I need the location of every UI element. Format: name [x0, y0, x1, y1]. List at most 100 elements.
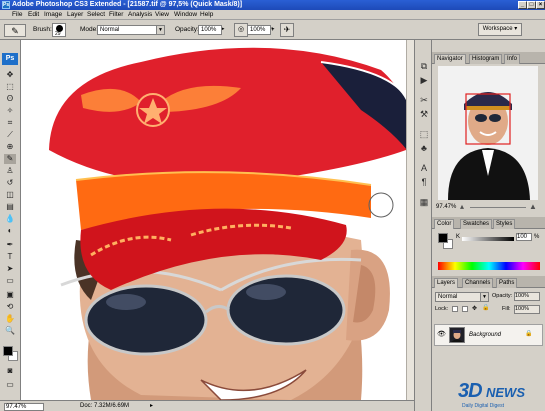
notes-tool-icon[interactable]: ▣: [4, 290, 16, 300]
quick-mask-icon[interactable]: ◙: [4, 366, 16, 376]
gradient-tool-icon[interactable]: ▤: [4, 202, 16, 212]
3d-rotate-tool-icon[interactable]: ⟲: [4, 302, 16, 312]
canvas-image: [21, 40, 414, 400]
lock-transparent-icon[interactable]: [452, 306, 458, 312]
tab-swatches[interactable]: Swatches: [460, 219, 493, 229]
clone-stamp-tool-icon[interactable]: ♙: [4, 166, 16, 176]
tab-layers[interactable]: Layers: [434, 278, 459, 288]
eye-icon[interactable]: 👁: [437, 330, 446, 338]
healing-brush-tool-icon[interactable]: ⊕: [4, 142, 16, 152]
photoshop-logo-icon: Ps: [2, 53, 18, 65]
fill-field[interactable]: 100%: [514, 305, 540, 314]
zoom-out-icon[interactable]: ▴: [460, 202, 464, 211]
workspace-button[interactable]: Workspace ▾: [478, 23, 522, 36]
menu-layer[interactable]: Layer: [67, 11, 83, 19]
document-canvas[interactable]: [21, 40, 414, 400]
layer-opacity-field[interactable]: 100%: [514, 292, 540, 301]
vertical-scrollbar[interactable]: [406, 40, 414, 400]
maximize-button[interactable]: □: [527, 1, 536, 9]
close-button[interactable]: ×: [536, 1, 545, 9]
dodge-tool-icon[interactable]: ◐: [4, 226, 16, 236]
eyedropper-tool-icon[interactable]: ⟋: [4, 130, 16, 140]
k-percent-sign: %: [534, 234, 540, 240]
tab-paths[interactable]: Paths: [496, 278, 518, 288]
opacity-field[interactable]: 100%: [198, 25, 222, 35]
layer-blend-mode-select[interactable]: Normal ▼: [435, 292, 489, 302]
panel-dock-icons: ⧉ ▶ ✂ ⚒ ⬚ ♣ A ¶ ▦: [414, 40, 432, 411]
screen-mode-icon[interactable]: ▭: [4, 380, 16, 390]
document-size-info: Doc: 7.32M/6.69M: [80, 403, 130, 409]
path-selection-tool-icon[interactable]: ➤: [4, 264, 16, 274]
shape-tool-icon[interactable]: ▭: [4, 276, 16, 286]
layer-name[interactable]: Background: [469, 332, 501, 338]
zoom-in-icon[interactable]: ▲: [529, 202, 537, 211]
actions-panel-icon[interactable]: ▶: [418, 74, 430, 86]
flow-slider-arrow-icon[interactable]: ▸: [272, 26, 275, 32]
menu-window[interactable]: Window: [174, 11, 197, 19]
airbrush-icon[interactable]: ✈: [280, 23, 294, 37]
navigator-zoom[interactable]: 97.47%: [436, 204, 456, 210]
blur-tool-icon[interactable]: 💧: [4, 214, 16, 224]
lock-image-icon[interactable]: [462, 306, 468, 312]
tablet-pressure-icon[interactable]: ◎: [234, 23, 248, 37]
menu-filter[interactable]: Filter: [109, 11, 123, 19]
menu-image[interactable]: Image: [44, 11, 62, 19]
tab-styles[interactable]: Styles: [493, 219, 516, 229]
tab-color[interactable]: Color: [434, 219, 455, 229]
tool-presets-icon[interactable]: ⚒: [418, 108, 430, 120]
mode-select[interactable]: Normal ▼: [97, 25, 165, 35]
type-tool-icon[interactable]: T: [4, 252, 16, 262]
clone-source-icon[interactable]: ♣: [418, 142, 430, 154]
hand-tool-icon[interactable]: ✋: [4, 314, 16, 324]
opacity-slider-arrow-icon[interactable]: ▸: [222, 26, 225, 32]
status-bar: 97.47% Doc: 7.32M/6.69M ▸: [0, 400, 414, 411]
pen-tool-icon[interactable]: ✒: [4, 240, 16, 250]
flow-field[interactable]: 100%: [247, 25, 271, 35]
zoom-tool-icon[interactable]: 🔍: [4, 326, 16, 336]
lock-position-icon[interactable]: ✥: [472, 306, 477, 312]
eraser-tool-icon[interactable]: ◫: [4, 190, 16, 200]
layer-comps-icon[interactable]: ⬚: [418, 128, 430, 140]
layer-opacity-label: Opacity:: [492, 293, 513, 299]
navigator-thumbnail: [438, 66, 538, 200]
tab-channels[interactable]: Channels: [462, 278, 494, 288]
k-channel-slider[interactable]: [462, 237, 514, 241]
menu-edit[interactable]: Edit: [28, 11, 39, 19]
mode-label: Mode:: [80, 26, 99, 33]
brush-picker[interactable]: 29: [52, 23, 66, 37]
menu-view[interactable]: View: [155, 11, 169, 19]
move-tool-icon[interactable]: ✥: [4, 70, 16, 80]
foreground-color-swatch[interactable]: [3, 346, 13, 356]
minimize-button[interactable]: _: [518, 1, 527, 9]
layer-row[interactable]: 👁 Background 🔒: [434, 324, 543, 346]
status-arrow-icon[interactable]: ▸: [150, 402, 153, 409]
lock-all-icon[interactable]: 🔒: [482, 305, 489, 311]
color-spectrum-ramp[interactable]: [438, 262, 540, 270]
k-channel-value[interactable]: 100: [516, 233, 532, 241]
crop-tool-icon[interactable]: ⌗: [4, 118, 16, 128]
navigator-zoom-slider[interactable]: [470, 207, 526, 208]
status-zoom-field[interactable]: 97.47%: [4, 403, 44, 411]
tab-info[interactable]: Info: [504, 54, 521, 64]
menu-file[interactable]: File: [12, 11, 22, 19]
tab-histogram[interactable]: Histogram: [469, 54, 503, 64]
brushes-panel-icon[interactable]: ✂: [418, 94, 430, 106]
history-panel-icon[interactable]: ⧉: [418, 60, 430, 72]
navigator-preview-frame: [438, 66, 538, 200]
brush-tool-preset-icon[interactable]: ✎: [4, 24, 26, 37]
menu-help[interactable]: Help: [200, 11, 213, 19]
layer-blend-mode-value: Normal: [438, 294, 458, 300]
info-panel-icon[interactable]: ▦: [418, 196, 430, 208]
tab-navigator[interactable]: Navigator: [434, 54, 466, 64]
brush-tool-icon[interactable]: ✎: [4, 154, 16, 164]
magic-wand-tool-icon[interactable]: ✧: [4, 106, 16, 116]
history-brush-tool-icon[interactable]: ↺: [4, 178, 16, 188]
lasso-tool-icon[interactable]: ʘ: [4, 94, 16, 104]
character-panel-icon[interactable]: A: [418, 162, 430, 174]
watermark-brand-right: NEWS: [486, 385, 525, 400]
menu-analysis[interactable]: Analysis: [128, 11, 152, 19]
marquee-tool-icon[interactable]: ⬚: [4, 82, 16, 92]
paragraph-panel-icon[interactable]: ¶: [418, 176, 430, 188]
menu-select[interactable]: Select: [87, 11, 105, 19]
color-foreground-swatch[interactable]: [438, 233, 448, 243]
